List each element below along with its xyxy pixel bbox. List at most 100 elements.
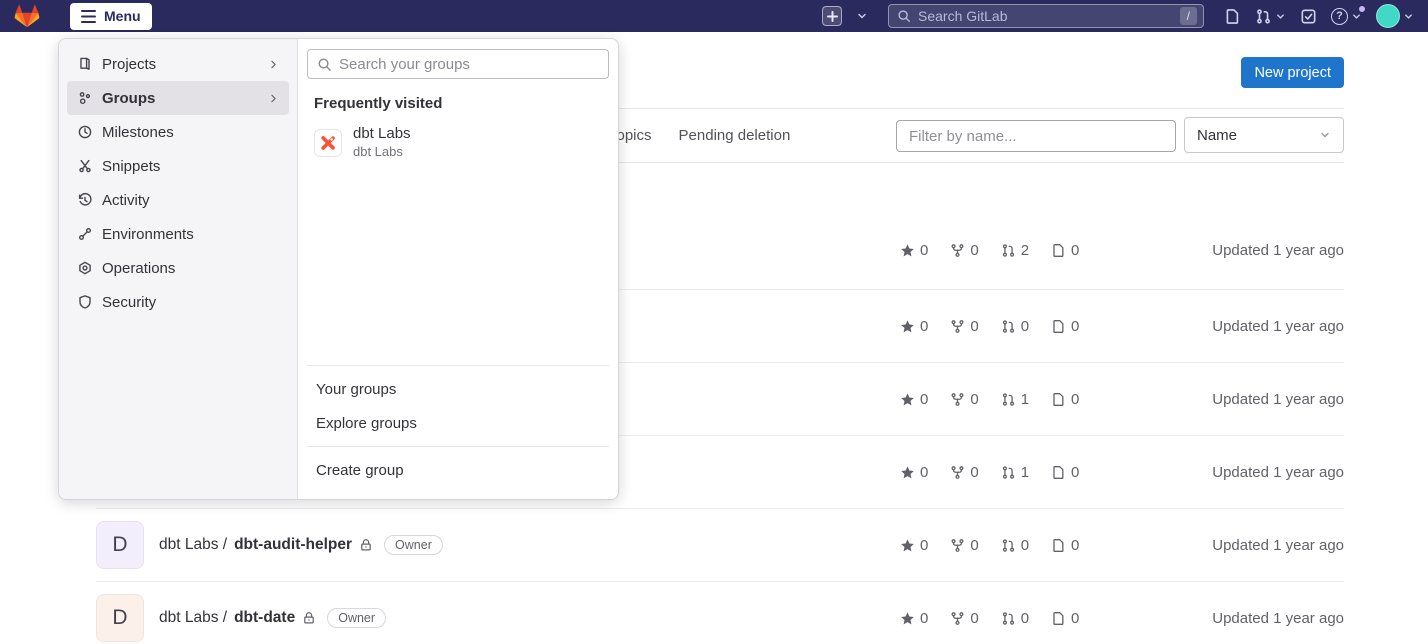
merge-requests-count[interactable]: 0 (1001, 537, 1029, 554)
tab-pending-deletion[interactable]: Pending deletion (679, 127, 791, 144)
forks-count[interactable]: 0 (950, 464, 978, 481)
forks-count[interactable]: 0 (950, 610, 978, 627)
fork-icon (950, 465, 965, 480)
project-name: dbt-audit-helper (234, 536, 352, 554)
issues-icon (1051, 465, 1066, 480)
merge-requests-icon[interactable] (1255, 8, 1286, 25)
issues-count[interactable]: 0 (1051, 318, 1079, 335)
your-groups-link[interactable]: Your groups (307, 372, 609, 406)
project-row: D dbt Labs / dbt-audit-helper Owner 0 0 … (96, 509, 1344, 582)
menu-item-environments[interactable]: Environments (67, 217, 289, 251)
project-name-link[interactable]: dbt Labs / dbt-audit-helper Owner (159, 535, 443, 555)
clock-icon (77, 124, 93, 140)
project-name-link[interactable]: dbt Labs / dbt-date Owner (159, 608, 386, 628)
frequent-group-item[interactable]: dbt Labs dbt Labs (314, 125, 602, 160)
divider (307, 446, 609, 447)
global-search-input[interactable]: Search GitLab / (888, 4, 1204, 28)
frequent-group-title: dbt Labs (353, 125, 411, 144)
new-project-button[interactable]: New project (1241, 57, 1344, 88)
create-group-link[interactable]: Create group (307, 453, 609, 487)
stars-count[interactable]: 0 (900, 610, 928, 627)
forks-count[interactable]: 0 (950, 391, 978, 408)
fork-icon (950, 538, 965, 553)
sort-dropdown[interactable]: Name (1184, 117, 1344, 153)
project-icon (77, 56, 93, 72)
project-stats: 0 0 0 0 (900, 537, 1079, 554)
project-updated-label: Updated 1 year ago (1212, 610, 1344, 627)
fork-icon (950, 319, 965, 334)
project-updated-label: Updated 1 year ago (1212, 464, 1344, 481)
search-icon (317, 57, 332, 72)
project-stats: 0 0 2 0 (900, 242, 1079, 259)
issues-icon (1051, 319, 1066, 334)
menu-button[interactable]: Menu (70, 3, 152, 30)
star-icon (900, 465, 915, 480)
merge-requests-count[interactable]: 2 (1001, 242, 1029, 259)
merge-requests-count[interactable]: 1 (1001, 391, 1029, 408)
groups-icon (77, 90, 93, 106)
issues-count[interactable]: 0 (1051, 610, 1079, 627)
menu-item-snippets[interactable]: Snippets (67, 149, 289, 183)
star-icon (900, 392, 915, 407)
forks-count[interactable]: 0 (950, 318, 978, 335)
divider (307, 365, 609, 366)
user-menu[interactable] (1376, 4, 1414, 28)
new-menu-button[interactable] (822, 6, 842, 26)
menu-item-projects[interactable]: Projects (67, 47, 289, 81)
menu-item-security[interactable]: Security (67, 285, 289, 319)
project-stats: 0 0 0 0 (900, 318, 1079, 335)
stars-count[interactable]: 0 (900, 391, 928, 408)
project-updated-label: Updated 1 year ago (1212, 242, 1344, 259)
help-icon[interactable]: ? (1331, 8, 1362, 25)
issues-icon[interactable] (1224, 8, 1241, 25)
menu-dropdown: ProjectsGroupsMilestonesSnippetsActivity… (58, 38, 619, 500)
chevron-right-icon (267, 58, 280, 71)
forks-count[interactable]: 0 (950, 242, 978, 259)
stars-count[interactable]: 0 (900, 537, 928, 554)
history-icon (77, 192, 93, 208)
chevron-right-icon (267, 92, 280, 105)
menu-item-operations[interactable]: Operations (67, 251, 289, 285)
project-avatar[interactable]: D (96, 521, 144, 569)
merge-requests-count[interactable]: 0 (1001, 610, 1029, 627)
search-groups-placeholder: Search your groups (339, 56, 470, 73)
menu-item-groups[interactable]: Groups (67, 81, 289, 115)
merge-request-icon (1001, 538, 1016, 553)
fork-icon (950, 243, 965, 258)
project-updated-label: Updated 1 year ago (1212, 537, 1344, 554)
star-icon (900, 319, 915, 334)
avatar (1376, 4, 1400, 28)
project-row: D dbt Labs / dbt-date Owner 0 0 0 0 Upda… (96, 582, 1344, 644)
todos-icon[interactable] (1300, 8, 1317, 25)
star-icon (900, 611, 915, 626)
role-badge: Owner (384, 535, 443, 555)
forks-count[interactable]: 0 (950, 537, 978, 554)
filter-by-name-input[interactable] (896, 120, 1176, 152)
project-stats: 0 0 1 0 (900, 464, 1079, 481)
chevron-down-icon[interactable] (856, 10, 868, 22)
stars-count[interactable]: 0 (900, 318, 928, 335)
project-updated-label: Updated 1 year ago (1212, 318, 1344, 335)
issues-count[interactable]: 0 (1051, 242, 1079, 259)
star-icon (900, 538, 915, 553)
chevron-down-icon (1403, 11, 1414, 22)
top-navbar: Menu Search GitLab / (0, 0, 1428, 32)
issues-count[interactable]: 0 (1051, 537, 1079, 554)
issues-icon (1051, 611, 1066, 626)
search-groups-input[interactable]: Search your groups (307, 49, 609, 79)
fork-icon (950, 611, 965, 626)
menu-item-milestones[interactable]: Milestones (67, 115, 289, 149)
star-icon (900, 243, 915, 258)
issues-count[interactable]: 0 (1051, 464, 1079, 481)
groups-flyout: Search your groups Frequently visited db… (298, 39, 618, 499)
explore-groups-link[interactable]: Explore groups (307, 406, 609, 440)
merge-requests-count[interactable]: 1 (1001, 464, 1029, 481)
merge-requests-count[interactable]: 0 (1001, 318, 1029, 335)
stars-count[interactable]: 0 (900, 464, 928, 481)
issues-count[interactable]: 0 (1051, 391, 1079, 408)
stars-count[interactable]: 0 (900, 242, 928, 259)
gitlab-logo[interactable] (14, 4, 40, 28)
menu-item-activity[interactable]: Activity (67, 183, 289, 217)
shield-icon (77, 294, 93, 310)
project-avatar[interactable]: D (96, 594, 144, 642)
